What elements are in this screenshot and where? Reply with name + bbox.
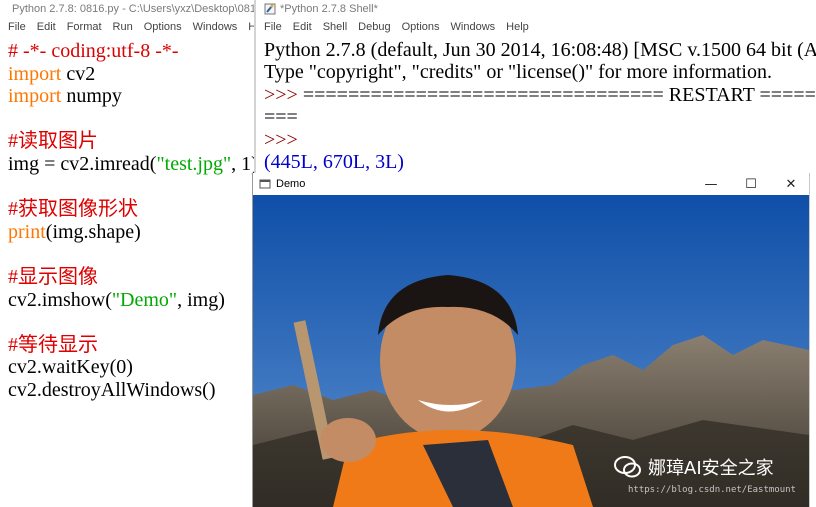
shell-menu-windows[interactable]: Windows	[451, 21, 496, 33]
code-line-token: cv2.destroyAllWindows()	[8, 378, 216, 401]
code-line-token: cv2.waitKey(0)	[8, 356, 133, 379]
shell-line-token: >>>	[264, 128, 303, 151]
shell-menu-help[interactable]: Help	[506, 21, 529, 33]
code-line: print(img.shape)	[8, 221, 255, 244]
code-line-token: #等待显示	[8, 333, 98, 356]
python-shell-icon	[264, 3, 276, 15]
demo-title: Demo	[276, 178, 306, 190]
shell-menu-file[interactable]: File	[264, 21, 282, 33]
code-line: #读取图片	[8, 130, 255, 153]
watermark-url: https://blog.csdn.net/Eastmount	[628, 485, 796, 495]
code-line-token: #获取图像形状	[8, 198, 138, 221]
shell-window: *Python 2.7.8 Shell* File Edit Shell Debug O…	[256, 0, 816, 173]
code-line-token: "test.jpg"	[156, 152, 232, 175]
code-line-token: #显示图像	[8, 265, 98, 288]
maximize-button[interactable]: ☐	[737, 175, 765, 193]
code-line: #获取图像形状	[8, 198, 255, 221]
editor-menu-edit[interactable]: Edit	[37, 21, 56, 33]
shell-line-token: ================================ RESTART…	[302, 83, 816, 106]
editor-menu-format[interactable]: Format	[67, 21, 102, 33]
shell-output[interactable]: Python 2.7.8 (default, Jun 30 2014, 16:0…	[256, 39, 816, 173]
code-line-token: import	[8, 85, 62, 108]
editor-menu-options[interactable]: Options	[144, 21, 182, 33]
editor-menu-file[interactable]: File	[8, 21, 26, 33]
shell-titlebar[interactable]: *Python 2.7.8 Shell*	[256, 0, 816, 18]
watermark: 娜璋AI安全之家	[614, 454, 774, 480]
code-editor[interactable]: # -*- coding:utf-8 -*- import cv2 import n…	[0, 40, 255, 402]
shell-line-token: ===	[264, 106, 298, 129]
shell-line: ===	[264, 106, 816, 128]
code-line-token: #读取图片	[8, 130, 98, 153]
close-button[interactable]: ✕	[777, 175, 805, 193]
shell-menu-edit[interactable]: Edit	[293, 21, 312, 33]
shell-menubar: File Edit Shell Debug Options Windows Help	[256, 18, 816, 36]
shell-title: *Python 2.7.8 Shell*	[280, 3, 378, 15]
minimize-icon: —	[704, 176, 718, 192]
maximize-icon: ☐	[745, 176, 757, 192]
code-line: cv2.waitKey(0)	[8, 356, 255, 379]
code-line-token: print	[8, 220, 46, 243]
shell-line-token: >>>	[264, 83, 303, 106]
demo-titlebar[interactable]: Demo — ☐ ✕	[253, 173, 809, 195]
code-line-token: cv2.imshow(	[8, 288, 112, 311]
opencv-window-icon	[259, 179, 271, 189]
code-line-token: img = cv2.imread(	[8, 152, 157, 175]
code-line-token: , 1)	[231, 152, 255, 175]
close-icon: ✕	[785, 176, 797, 192]
code-line-token: # -*- coding:utf-8 -*-	[8, 40, 179, 62]
shell-line: Python 2.7.8 (default, Jun 30 2014, 16:0…	[264, 39, 816, 61]
code-line: # -*- coding:utf-8 -*-	[8, 40, 255, 63]
code-line: cv2.imshow("Demo", img)	[8, 289, 255, 312]
editor-menu-windows[interactable]: Windows	[193, 21, 238, 33]
shell-line: >>> ================================ RES…	[264, 84, 816, 106]
code-line-token: (img.shape)	[45, 220, 141, 243]
editor-titlebar[interactable]: Python 2.7.8: 0816.py - C:\Users\yxz\Des…	[0, 0, 255, 18]
code-line-token: cv2	[61, 62, 96, 85]
code-line-token: import	[8, 62, 62, 85]
code-line: import cv2	[8, 63, 255, 86]
editor-title: Python 2.7.8: 0816.py - C:\Users\yxz\Des…	[12, 3, 255, 15]
shell-line: (445L, 670L, 3L)	[264, 151, 816, 173]
code-line-token: numpy	[61, 85, 122, 108]
shell-line-token: (445L, 670L, 3L)	[264, 150, 404, 173]
code-line-token: "Demo"	[111, 288, 178, 311]
shell-menu-shell[interactable]: Shell	[323, 21, 347, 33]
wechat-icon	[614, 456, 641, 478]
shell-line-token: Type "copyright", "credits" or "license(…	[264, 61, 772, 84]
shell-line: Type "copyright", "credits" or "license(…	[264, 61, 816, 83]
minimize-button[interactable]: —	[697, 175, 725, 193]
code-line: cv2.destroyAllWindows()	[8, 379, 255, 402]
editor-window: Python 2.7.8: 0816.py - C:\Users\yxz\Des…	[0, 0, 255, 507]
watermark-text: 娜璋AI安全之家	[648, 458, 774, 479]
editor-menubar: File Edit Format Run Options Windows H	[0, 18, 255, 36]
shell-line: >>>	[264, 129, 816, 151]
code-line: import numpy	[8, 85, 255, 108]
code-line: img = cv2.imread("test.jpg", 1)	[8, 153, 255, 176]
code-line: #等待显示	[8, 334, 255, 357]
code-line: #显示图像	[8, 266, 255, 289]
shell-menu-options[interactable]: Options	[402, 21, 440, 33]
code-line-token: , img)	[177, 288, 225, 311]
shell-line-token: Python 2.7.8 (default, Jun 30 2014, 16:0…	[264, 39, 816, 61]
editor-menu-run[interactable]: Run	[113, 21, 133, 33]
shell-menu-debug[interactable]: Debug	[358, 21, 390, 33]
